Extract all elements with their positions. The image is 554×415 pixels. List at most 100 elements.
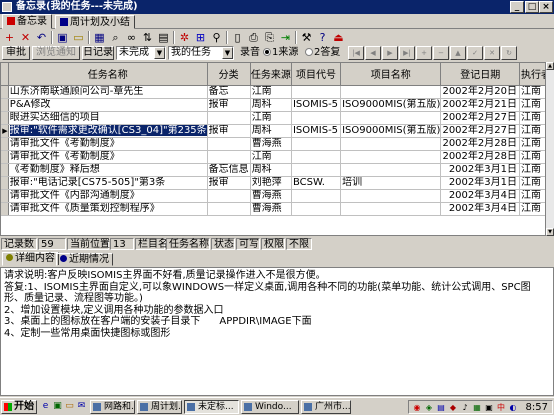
cell-date[interactable]: 2002年2月21日: [440, 98, 520, 112]
table-row[interactable]: P&A修改 报审 周科 ISOMIS-5 ISO9000MIS(第五版) 2002年2月2…: [1, 98, 553, 112]
speaker-icon[interactable]: ♪: [460, 403, 470, 413]
binoculars-icon[interactable]: ∞: [125, 31, 138, 44]
settings-icon[interactable]: ✲: [178, 31, 191, 44]
close-button[interactable]: ×: [539, 1, 553, 13]
cell-project[interactable]: [340, 189, 442, 203]
status-select[interactable]: 未完成 ▼: [116, 46, 166, 60]
vertical-scrollbar[interactable]: ▲ ▼: [545, 62, 554, 236]
tray-icon[interactable]: ◐: [508, 403, 518, 413]
exit-icon[interactable]: ⏏: [332, 31, 345, 44]
cell-name[interactable]: 山东济南联通顾问公司-章先生: [8, 85, 208, 99]
cell-name[interactable]: 请审批文件《质量策划控制程序》: [8, 202, 208, 216]
cell-project[interactable]: 培训: [340, 176, 442, 190]
tray-icon[interactable]: ◈: [424, 403, 434, 413]
taskbar-button[interactable]: 未定标...: [184, 400, 239, 414]
cell-category[interactable]: 报审: [207, 176, 251, 190]
cell-code[interactable]: [291, 137, 342, 151]
taskbar-button[interactable]: Windo...: [241, 400, 299, 414]
tab-memo[interactable]: 备忘录: [2, 14, 52, 29]
column-header[interactable]: 登记日期: [440, 63, 520, 86]
cell-code[interactable]: [291, 202, 342, 216]
cell-project[interactable]: [340, 85, 442, 99]
table-row[interactable]: 请审批文件《考勤制度》 江南 2002年2月28日 江南: [1, 150, 553, 164]
network-icon[interactable]: ▦: [472, 403, 482, 413]
cell-code[interactable]: [291, 163, 342, 177]
cell-name[interactable]: 眼进实达细信的项目: [8, 111, 208, 125]
cell-code[interactable]: [291, 189, 342, 203]
maximize-button[interactable]: □: [525, 1, 539, 13]
cell-code[interactable]: [291, 150, 342, 164]
cell-project[interactable]: [340, 111, 442, 125]
table-row[interactable]: 请审批文件《考勤制度》 曹海燕 2002年2月28日 江南: [1, 137, 553, 151]
scope-select[interactable]: 我的任务 ▼: [168, 46, 234, 60]
desktop-icon[interactable]: ▣: [52, 401, 63, 412]
cell-project[interactable]: ISO9000MIS(第五版): [340, 98, 442, 112]
first-record-button[interactable]: |◀: [348, 46, 364, 60]
windows-icon[interactable]: ⊞: [194, 31, 207, 44]
cell-project[interactable]: [340, 202, 442, 216]
source-radio[interactable]: 1来源: [263, 47, 298, 59]
prev-record-button[interactable]: ◀: [365, 46, 381, 60]
table-row[interactable]: 请审批文件《质量策划控制程序》 曹海燕 2002年3月4日 江南: [1, 202, 553, 216]
cancel-record-button[interactable]: ✕: [484, 46, 500, 60]
link-icon[interactable]: ⚲: [210, 31, 223, 44]
cell-code[interactable]: ISOMIS-5: [291, 98, 342, 112]
cell-source[interactable]: 曹海燕: [250, 189, 292, 203]
cell-date[interactable]: 2002年3月1日: [440, 176, 520, 190]
cell-category[interactable]: 报审: [207, 98, 251, 112]
export-icon[interactable]: ⇥: [279, 31, 292, 44]
folder-icon[interactable]: ▭: [72, 31, 85, 44]
tab-recent[interactable]: 近期情况: [56, 253, 113, 266]
save-icon[interactable]: ▣: [56, 31, 69, 44]
tab-weekly-plan[interactable]: 周计划及小结: [55, 15, 135, 29]
next-record-button[interactable]: ▶: [382, 46, 398, 60]
column-header[interactable]: 项目代号: [291, 63, 342, 86]
column-header[interactable]: 项目名称: [340, 63, 442, 86]
last-record-button[interactable]: ▶|: [399, 46, 415, 60]
cell-category[interactable]: [207, 137, 251, 151]
post-record-button[interactable]: ✓: [467, 46, 483, 60]
table-row[interactable]: 眼进实达细信的项目 江南 2002年2月27日 江南: [1, 111, 553, 125]
cell-category[interactable]: [207, 189, 251, 203]
table-icon[interactable]: ▦: [93, 31, 106, 44]
cell-project[interactable]: ISO9000MIS(第五版): [340, 124, 442, 138]
table-row[interactable]: 山东济南联通顾问公司-章先生 备忘 江南 2002年2月20日 江南: [1, 85, 553, 99]
cell-category[interactable]: [207, 202, 251, 216]
cell-date[interactable]: 2002年2月28日: [440, 137, 520, 151]
cell-source[interactable]: 周科: [250, 163, 292, 177]
filter-icon[interactable]: ▤: [157, 31, 170, 44]
tray-icon[interactable]: ▤: [436, 403, 446, 413]
cell-date[interactable]: 2002年2月27日: [440, 124, 520, 138]
column-header[interactable]: 任务来源: [250, 63, 292, 86]
tray-icon[interactable]: ▣: [484, 403, 494, 413]
find-icon[interactable]: ⌕: [109, 31, 122, 44]
help-icon[interactable]: ?: [316, 31, 329, 44]
tray-icon[interactable]: ◉: [412, 403, 422, 413]
cell-date[interactable]: 2002年3月4日: [440, 202, 520, 216]
cell-name[interactable]: 请审批文件《考勤制度》: [8, 137, 208, 151]
tray-icon[interactable]: ◆: [448, 403, 458, 413]
cell-date[interactable]: 2002年3月4日: [440, 189, 520, 203]
cell-category[interactable]: 备忘信息: [207, 163, 251, 177]
task-grid[interactable]: 任务名称 分类 任务来源 项目代号 项目名称 登记日期 执行者 山东济南联通顾问…: [0, 62, 554, 236]
minimize-button[interactable]: _: [510, 1, 524, 13]
cell-category[interactable]: [207, 150, 251, 164]
cell-date[interactable]: 2002年2月20日: [440, 85, 520, 99]
sort-icon[interactable]: ⇅: [141, 31, 154, 44]
table-row[interactable]: 《考勤制度》释后想 备忘信息 周科 2002年3月1日 江南: [1, 163, 553, 177]
print-preview-icon[interactable]: ⎘: [263, 31, 276, 44]
refresh-record-button[interactable]: ↻: [501, 46, 517, 60]
taskbar-button[interactable]: 网路和...: [90, 400, 135, 414]
browse-notice-button[interactable]: 浏览通知: [32, 46, 80, 60]
document-icon[interactable]: ▯: [231, 31, 244, 44]
column-header[interactable]: 分类: [207, 63, 251, 86]
taskbar-button[interactable]: 周计划...: [137, 400, 182, 414]
cell-date[interactable]: 2002年2月28日: [440, 150, 520, 164]
cell-code[interactable]: BCSW.: [291, 176, 342, 190]
insert-record-button[interactable]: +: [416, 46, 432, 60]
table-row[interactable]: 报审:"电话记录[CS75-505]"第3条 报审 刘艳萍 BCSW. 培训 2002年3…: [1, 176, 553, 190]
tab-details[interactable]: 详细内容: [2, 252, 59, 266]
table-row[interactable]: ▶ 报审:"软件需求更改确认[CS3_04]"第235条 报审 周科 ISOMIS-5 I…: [1, 124, 553, 138]
cell-date[interactable]: 2002年3月1日: [440, 163, 520, 177]
edit-record-button[interactable]: ▲: [450, 46, 466, 60]
